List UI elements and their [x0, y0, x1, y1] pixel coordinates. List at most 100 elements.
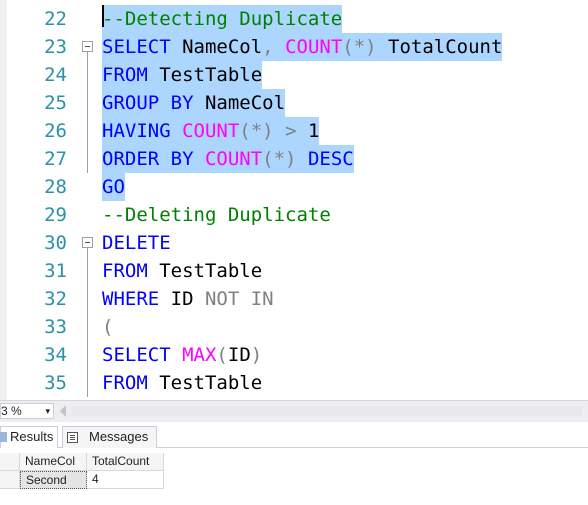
code-line[interactable]: 25 GROUP BY NameCol — [0, 89, 588, 117]
code-text: GROUP BY NameCol — [102, 89, 286, 117]
fold-guide — [87, 285, 88, 313]
code-token: GO — [102, 176, 125, 198]
code-line[interactable]: 32 WHERE ID NOT IN — [0, 285, 588, 313]
zoom-value: 3 % — [1, 404, 22, 418]
code-text: SELECT MAX(ID) — [102, 341, 262, 369]
code-line[interactable]: 35 FROM TestTable — [0, 369, 588, 397]
code-line[interactable]: 33 ( — [0, 313, 588, 341]
code-text: --Detecting Duplicate — [102, 5, 343, 33]
line-number: 23 — [44, 36, 67, 58]
code-line[interactable]: 34 SELECT MAX(ID) — [0, 341, 588, 369]
code-line[interactable]: 31 FROM TestTable — [0, 257, 588, 285]
messages-icon — [67, 432, 78, 443]
code-token: COUNT — [285, 36, 343, 58]
line-number: 28 — [44, 176, 67, 198]
scroll-left-arrow-icon[interactable] — [60, 405, 66, 417]
line-number: 34 — [44, 344, 67, 366]
fold-guide — [87, 313, 88, 341]
code-token: SELECT — [102, 36, 171, 58]
line-number: 31 — [44, 260, 67, 282]
code-line[interactable]: 28 GO — [0, 173, 588, 201]
row-header[interactable] — [0, 471, 20, 489]
fold-guide — [87, 117, 88, 145]
code-token: ID — [159, 288, 205, 310]
code-line[interactable]: 22 --Detecting Duplicate — [0, 5, 588, 33]
code-line[interactable]: 26 HAVING COUNT(*) > 1 — [0, 117, 588, 145]
column-header-totalcount[interactable]: TotalCount — [87, 453, 164, 471]
grid-corner[interactable] — [0, 453, 20, 471]
fold-guide — [87, 341, 88, 369]
code-token: DELETE — [102, 232, 171, 254]
code-token: , — [262, 36, 274, 58]
code-line[interactable]: 27 ORDER BY COUNT(*) DESC — [0, 145, 588, 173]
code-token: ( — [102, 316, 114, 338]
tab-messages[interactable]: Messages — [62, 426, 157, 448]
code-token: DESC — [307, 148, 354, 170]
code-token: 1 — [296, 120, 320, 142]
column-header-namecol[interactable]: NameCol — [20, 453, 87, 471]
code-text: --Deleting Duplicate — [102, 201, 331, 229]
horizontal-scrollbar[interactable] — [72, 407, 582, 416]
code-token: --Detecting Duplicate — [102, 8, 343, 30]
code-text: SELECT NameCol, COUNT(*) TotalCount — [102, 33, 503, 61]
code-token: HAVING — [102, 120, 171, 142]
query-editor[interactable]: 22 --Detecting Duplicate 23 SELECT NameCol,… — [0, 0, 588, 400]
line-number: 25 — [44, 92, 67, 114]
fold-guide — [87, 89, 88, 117]
code-token: (*) — [342, 36, 377, 58]
code-line[interactable]: 30 DELETE — [0, 229, 588, 257]
code-text: FROM TestTable — [102, 369, 262, 397]
chevron-down-icon: ▾ — [45, 406, 50, 416]
code-text: GO — [102, 173, 125, 201]
code-token: > — [285, 120, 297, 142]
grid-icon — [0, 432, 7, 442]
code-token: MAX — [182, 344, 217, 366]
table-cell-totalcount[interactable]: 4 — [87, 471, 164, 489]
text-caret — [102, 5, 104, 27]
fold-guide — [87, 145, 88, 173]
code-token: COUNT — [204, 148, 263, 170]
code-token: SELECT — [102, 344, 171, 366]
code-text: WHERE ID NOT IN — [102, 285, 274, 313]
code-token: NameCol — [193, 92, 286, 114]
code-token: FROM — [102, 64, 148, 86]
code-token: ORDER BY — [102, 148, 194, 170]
code-text: ( — [102, 313, 113, 341]
code-text: FROM TestTable — [102, 257, 262, 285]
tab-results[interactable]: Results — [0, 426, 58, 448]
code-token: ) — [250, 344, 263, 366]
code-token: ID — [227, 344, 251, 366]
line-number: 27 — [44, 148, 67, 170]
fold-guide — [87, 369, 88, 397]
code-token: GROUP BY — [102, 92, 194, 114]
code-token: TotalCount — [376, 36, 503, 58]
results-tab-bar: Results Messages — [0, 424, 588, 448]
table-cell-namecol[interactable]: Second — [20, 471, 87, 489]
code-token: FROM — [102, 260, 148, 282]
code-text: DELETE — [102, 229, 171, 257]
tab-messages-label: Messages — [89, 429, 149, 444]
line-number: 26 — [44, 120, 67, 142]
line-number: 32 — [44, 288, 67, 310]
code-text: ORDER BY COUNT(*) DESC — [102, 145, 354, 173]
zoom-dropdown[interactable]: 3 % ▾ — [0, 403, 54, 419]
collapse-icon[interactable] — [82, 41, 93, 52]
line-number: 33 — [44, 316, 67, 338]
line-number: 24 — [44, 64, 67, 86]
code-line[interactable]: 29 --Deleting Duplicate — [0, 201, 588, 229]
collapse-icon[interactable] — [82, 237, 93, 248]
code-token: --Deleting Duplicate — [102, 204, 331, 226]
code-line[interactable]: 23 SELECT NameCol, COUNT(*) TotalCount — [0, 33, 588, 61]
code-token: COUNT — [182, 120, 240, 142]
code-line[interactable]: 24 FROM TestTable — [0, 61, 588, 89]
line-number: 35 — [44, 372, 67, 394]
code-token: NOT IN — [204, 288, 274, 310]
tab-results-label: Results — [10, 429, 54, 444]
line-number: 30 — [44, 232, 67, 254]
fold-guide — [87, 257, 88, 285]
